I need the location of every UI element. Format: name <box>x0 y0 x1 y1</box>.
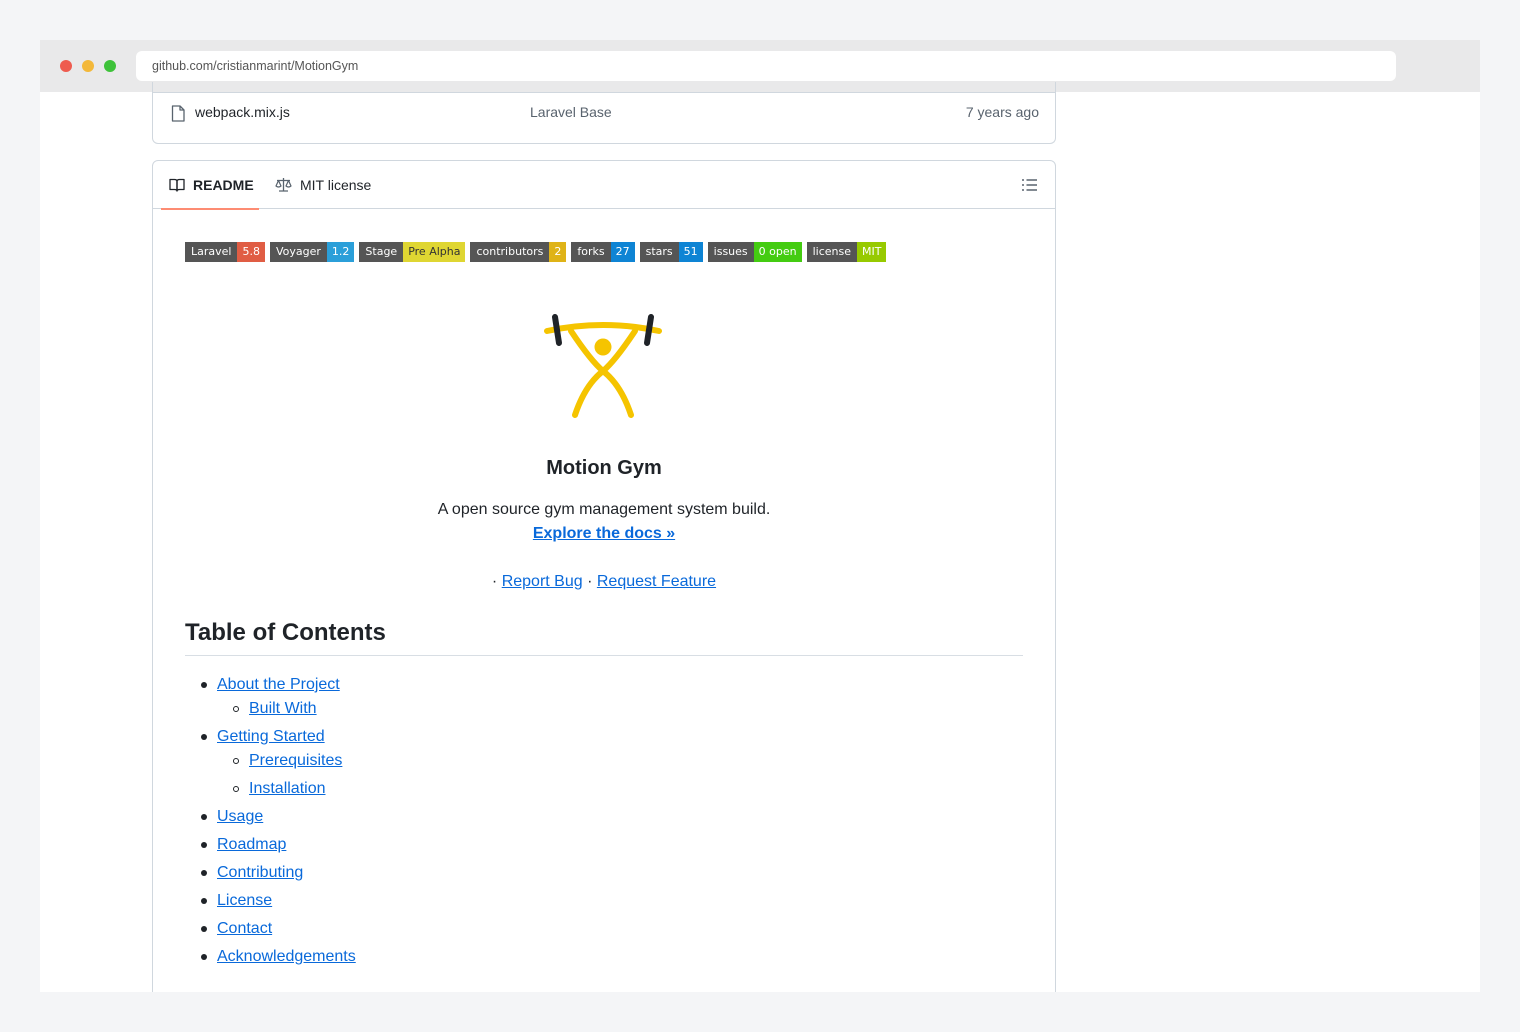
badges-row: Laravel 5.8 Voyager 1.2 Stage Pre Alpha … <box>185 242 891 262</box>
badge-label: Voyager <box>269 242 327 262</box>
badge-forks[interactable]: forks 27 <box>571 242 635 262</box>
toc-item[interactable]: Contributing <box>201 861 303 885</box>
badge-label: stars <box>639 242 679 262</box>
browser-window: github.com/cristianmarint/MotionGym webp… <box>40 40 1480 992</box>
tab-readme-label: README <box>193 177 254 193</box>
project-title: Motion Gym <box>546 457 662 479</box>
close-window-button[interactable] <box>60 60 72 72</box>
badge-stage[interactable]: Stage Pre Alpha <box>359 242 466 262</box>
badge-value: 27 <box>610 242 635 262</box>
book-icon <box>169 178 185 192</box>
file-name-link[interactable]: webpack.mix.js <box>195 104 290 120</box>
badge-stars[interactable]: stars 51 <box>639 242 703 262</box>
badge-value: 51 <box>678 242 703 262</box>
toc-item[interactable]: License <box>201 889 272 913</box>
separator: · <box>491 573 498 590</box>
readme-tabs: README MIT license <box>153 161 1055 210</box>
bullet <box>233 706 239 712</box>
minimize-window-button[interactable] <box>82 60 94 72</box>
toc-item[interactable]: About the Project <box>201 673 340 697</box>
toc-link[interactable]: Built With <box>249 700 317 717</box>
badge-value: 2 <box>549 242 567 262</box>
bullet <box>201 870 207 876</box>
bullet <box>233 786 239 792</box>
bullet <box>201 682 207 688</box>
toc-link[interactable]: Installation <box>249 780 326 797</box>
request-feature-link[interactable]: Request Feature <box>597 573 716 590</box>
page-content: webpack.mix.js Laravel Base 7 years ago … <box>40 82 1480 992</box>
badge-value: MIT <box>857 242 887 262</box>
toc-link[interactable]: Contact <box>217 920 272 937</box>
report-bug-link[interactable]: Report Bug <box>502 573 583 590</box>
badge-license[interactable]: license MIT <box>806 242 887 262</box>
badge-laravel[interactable]: Laravel 5.8 <box>185 242 265 262</box>
commit-message-link[interactable]: Laravel Base <box>530 104 612 120</box>
toc-item[interactable]: Contact <box>201 917 272 941</box>
toc-link[interactable]: Prerequisites <box>249 752 342 769</box>
badge-value: Pre Alpha <box>403 242 466 262</box>
toc-item[interactable]: Acknowledgements <box>201 945 356 969</box>
toc-link[interactable]: Getting Started <box>217 728 325 745</box>
toc-item[interactable]: Installation <box>233 777 326 801</box>
project-description: A open source gym management system buil… <box>437 501 771 518</box>
toc-item[interactable]: Roadmap <box>201 833 286 857</box>
bullet <box>233 758 239 764</box>
badge-label: license <box>806 242 858 262</box>
toc-link[interactable]: Usage <box>217 808 263 825</box>
toc-heading: Table of Contents <box>185 619 1023 656</box>
badge-voyager[interactable]: Voyager 1.2 <box>269 242 355 262</box>
badge-value: 1.2 <box>326 242 355 262</box>
badge-contributors[interactable]: contributors 2 <box>470 242 567 262</box>
tab-license[interactable]: MIT license <box>275 161 371 209</box>
badge-value: 0 open <box>753 242 802 262</box>
toc-link[interactable]: Acknowledgements <box>217 948 356 965</box>
bullet <box>201 954 207 960</box>
address-bar[interactable]: github.com/cristianmarint/MotionGym <box>136 51 1396 81</box>
badge-label: Stage <box>359 242 404 262</box>
bullet <box>201 926 207 932</box>
bullet <box>201 734 207 740</box>
weightlifter-logo[interactable] <box>543 309 663 421</box>
toc-link[interactable]: About the Project <box>217 676 340 693</box>
toc-link[interactable]: Contributing <box>217 864 303 881</box>
toc-item[interactable]: Built With <box>233 697 317 721</box>
toc-item[interactable]: Getting Started <box>201 725 325 749</box>
maximize-window-button[interactable] <box>104 60 116 72</box>
file-row[interactable]: webpack.mix.js Laravel Base 7 years ago <box>153 93 1055 133</box>
explore-docs-link[interactable]: Explore the docs » <box>533 525 675 542</box>
badge-value: 5.8 <box>237 242 265 262</box>
bullet <box>201 814 207 820</box>
project-links: · Report Bug · Request Feature <box>153 573 1055 591</box>
badge-label: contributors <box>470 242 550 262</box>
toc-item[interactable]: Prerequisites <box>233 749 342 773</box>
toc-link[interactable]: Roadmap <box>217 836 286 853</box>
list-icon[interactable] <box>1021 177 1039 193</box>
bullet <box>201 898 207 904</box>
tab-license-label: MIT license <box>300 177 372 193</box>
badge-label: issues <box>707 242 754 262</box>
badge-label: forks <box>571 242 611 262</box>
toc-item[interactable]: Usage <box>201 805 263 829</box>
file-icon <box>171 105 185 122</box>
badge-issues[interactable]: issues 0 open <box>707 242 802 262</box>
readme-panel: README MIT license Laravel 5.8 Voyager 1… <box>152 160 1056 992</box>
toc-link[interactable]: License <box>217 892 272 909</box>
scale-icon <box>275 178 292 192</box>
tab-readme[interactable]: README <box>161 161 259 210</box>
bullet <box>201 842 207 848</box>
file-list: webpack.mix.js Laravel Base 7 years ago <box>152 82 1056 144</box>
separator: · <box>587 573 593 590</box>
badge-label: Laravel <box>185 242 238 262</box>
commit-age: 7 years ago <box>965 104 1039 120</box>
